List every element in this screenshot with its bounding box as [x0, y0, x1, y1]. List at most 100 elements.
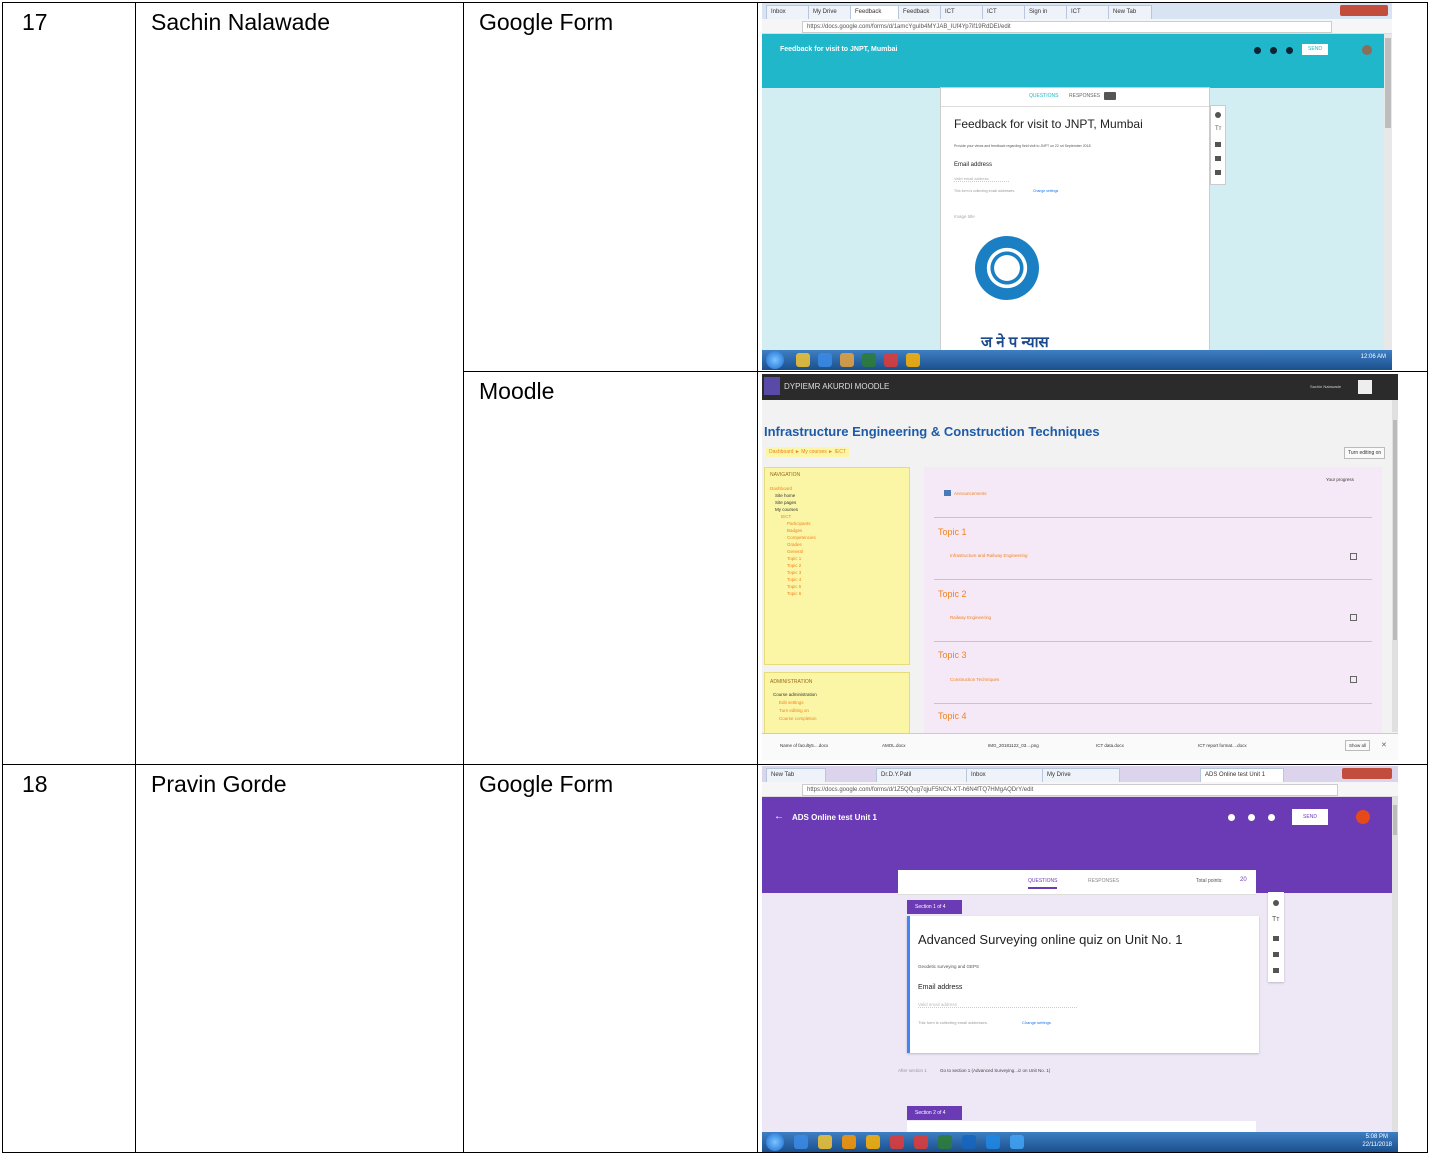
download-item: Name of faculty5....docx	[780, 743, 829, 748]
form-description: Geodetic surveying and GEPS	[918, 964, 980, 969]
collecting-note: This form is collecting email addresses.	[918, 1020, 988, 1025]
tool-name: Moodle	[479, 378, 555, 404]
admin-item: Course administration	[773, 692, 817, 697]
nav-item: Topic 1	[787, 556, 802, 561]
downloads-bar: Name of faculty5....docx AMOL.docx IMG_2…	[762, 733, 1398, 760]
scrollbar	[1392, 400, 1398, 732]
announcements-link: Announcements	[954, 491, 987, 496]
windows-taskbar: 5:08 PM 22/11/2018	[762, 1132, 1398, 1152]
nav-item: Badges	[787, 528, 803, 533]
download-item: ICT data.docx	[1096, 743, 1124, 748]
taskbar-clock: 5:08 PM	[1365, 1134, 1388, 1140]
form-description: Provide your views and feedback regardin…	[954, 144, 1091, 148]
url-text: https://docs.google.com/forms/d/1amcYguI…	[807, 24, 1011, 30]
topic-activity: Infrastructure and Railway Engineering	[950, 553, 1028, 558]
nav-item: Topic 2	[787, 563, 802, 568]
faculty-name: Pravin Gorde	[151, 771, 287, 797]
col-line-3	[757, 2, 758, 1153]
taskbar-clock: 12:06 AM	[1360, 354, 1386, 360]
email-field-label: Email address	[954, 162, 993, 168]
form-header-title: ADS Online test Unit 1	[792, 813, 877, 822]
browser-tabstrip: Inbox My Drive Feedback Feedback ICT ICT…	[762, 3, 1392, 19]
topic-title: Topic 2	[938, 589, 967, 599]
course-content: Your progress Announcements Topic 1 Infr…	[924, 467, 1382, 733]
browser-url-bar: https://docs.google.com/forms/d/1Z5QQug7…	[762, 782, 1398, 797]
tab-responses: RESPONSES	[1088, 878, 1120, 884]
admin-item: Turn editing on	[779, 708, 809, 713]
topic-activity: Construction Techniques	[950, 677, 1000, 682]
send-button: SEND	[1302, 44, 1328, 55]
course-title: Infrastructure Engineering & Constructio…	[764, 424, 1100, 439]
nav-item: Dashboard	[770, 486, 793, 491]
nav-item: Participants	[787, 521, 811, 526]
nav-item: Topic 5	[787, 584, 802, 589]
col-line-2	[463, 2, 464, 1153]
nav-item: Topic 6	[787, 591, 802, 596]
form-side-toolbar: Tт	[1210, 105, 1226, 185]
form-title: Feedback for visit to JNPT, Mumbai	[954, 117, 1143, 131]
nav-item: Site pages	[775, 500, 797, 505]
row-divider	[2, 764, 1428, 765]
section-badge: Section 2 of 4	[907, 1106, 962, 1120]
your-progress: Your progress	[1326, 477, 1354, 482]
browser-tabstrip: New Tab Dr.D.Y.Patil Inbox My Drive ADS …	[762, 766, 1398, 782]
form-header-title: Feedback for visit to JNPT, Mumbai	[780, 46, 898, 53]
total-points-value: 20	[1240, 877, 1247, 883]
show-all-button: Show all	[1345, 740, 1371, 751]
download-item: AMOL.docx	[882, 743, 906, 748]
image-title: Image title	[954, 214, 975, 219]
form-tabs-card: QUESTIONS RESPONSES Total points: 20	[898, 870, 1256, 895]
browser-url-bar: https://docs.google.com/forms/d/1amcYguI…	[762, 19, 1392, 34]
navigation-block: NAVIGATION Dashboard Site home Site page…	[764, 467, 910, 665]
tool-name: Google Form	[479, 9, 614, 35]
after-section-label: After section 1	[898, 1068, 927, 1073]
topic-activity: Railway Engineering	[950, 615, 992, 620]
send-button: SEND	[1292, 809, 1328, 825]
tool-divider	[464, 371, 1428, 372]
sr-number: 18	[22, 771, 48, 797]
total-points-label: Total points:	[1196, 878, 1223, 884]
forum-icon	[944, 490, 951, 496]
col-line-1	[135, 2, 136, 1153]
close-icon: ✕	[1381, 742, 1387, 749]
form-header: Feedback for visit to JNPT, Mumbai SEND	[762, 34, 1384, 88]
completion-checkbox	[1350, 553, 1357, 560]
scrollbar	[1392, 797, 1398, 1132]
nav-item: Site home	[775, 493, 796, 498]
col-line-4	[1427, 2, 1428, 1153]
nav-item: My courses	[775, 507, 799, 512]
completion-checkbox	[1350, 614, 1357, 621]
site-name: DYPIEMR AKURDI MOODLE	[784, 382, 890, 391]
back-arrow-icon: ←	[774, 811, 784, 822]
sr-number: 17	[22, 9, 48, 35]
windows-taskbar: 12:06 AM	[762, 350, 1392, 370]
responses-count-badge	[1104, 92, 1116, 100]
preview-icon	[1270, 47, 1277, 54]
user-name: Sachin Nalawade	[1310, 384, 1342, 389]
jnpt-logo	[975, 236, 1039, 300]
screenshot-moodle-course: DYPIEMR AKURDI MOODLE Sachin Nalawade In…	[762, 374, 1398, 760]
settings-icon	[1268, 814, 1275, 821]
goto-section-select: Go to section 1 (Advanced Surveying...iz…	[940, 1068, 1051, 1073]
screenshot-google-form-quiz: New Tab Dr.D.Y.Patil Inbox My Drive ADS …	[762, 766, 1398, 1152]
logo-text: ज ने प न्यास	[981, 334, 1049, 351]
nav-item: Topic 3	[787, 570, 802, 575]
email-field-placeholder: Valid email address	[954, 176, 1009, 182]
topic-title: Topic 4	[938, 711, 967, 721]
collecting-note: This form is collecting email addresses.	[954, 189, 1016, 193]
taskbar-date: 22/11/2018	[1362, 1142, 1392, 1148]
topic-title: Topic 1	[938, 527, 967, 537]
faculty-name: Sachin Nalawade	[151, 9, 331, 35]
tool-name: Google Form	[479, 771, 614, 797]
screenshot-google-form-feedback: Inbox My Drive Feedback Feedback ICT ICT…	[762, 3, 1392, 370]
avatar	[1362, 45, 1372, 55]
avatar	[1356, 810, 1370, 824]
nav-item: Competencies	[787, 535, 816, 540]
tab-questions: QUESTIONS	[1028, 878, 1058, 889]
settings-icon	[1286, 47, 1293, 54]
form-card: Advanced Surveying online quiz on Unit N…	[907, 916, 1259, 1053]
completion-checkbox	[1350, 676, 1357, 683]
form-title: Advanced Surveying online quiz on Unit N…	[918, 932, 1183, 947]
form-card: QUESTIONS RESPONSES Feedback for visit t…	[940, 87, 1210, 352]
nav-item: Grades	[787, 542, 802, 547]
